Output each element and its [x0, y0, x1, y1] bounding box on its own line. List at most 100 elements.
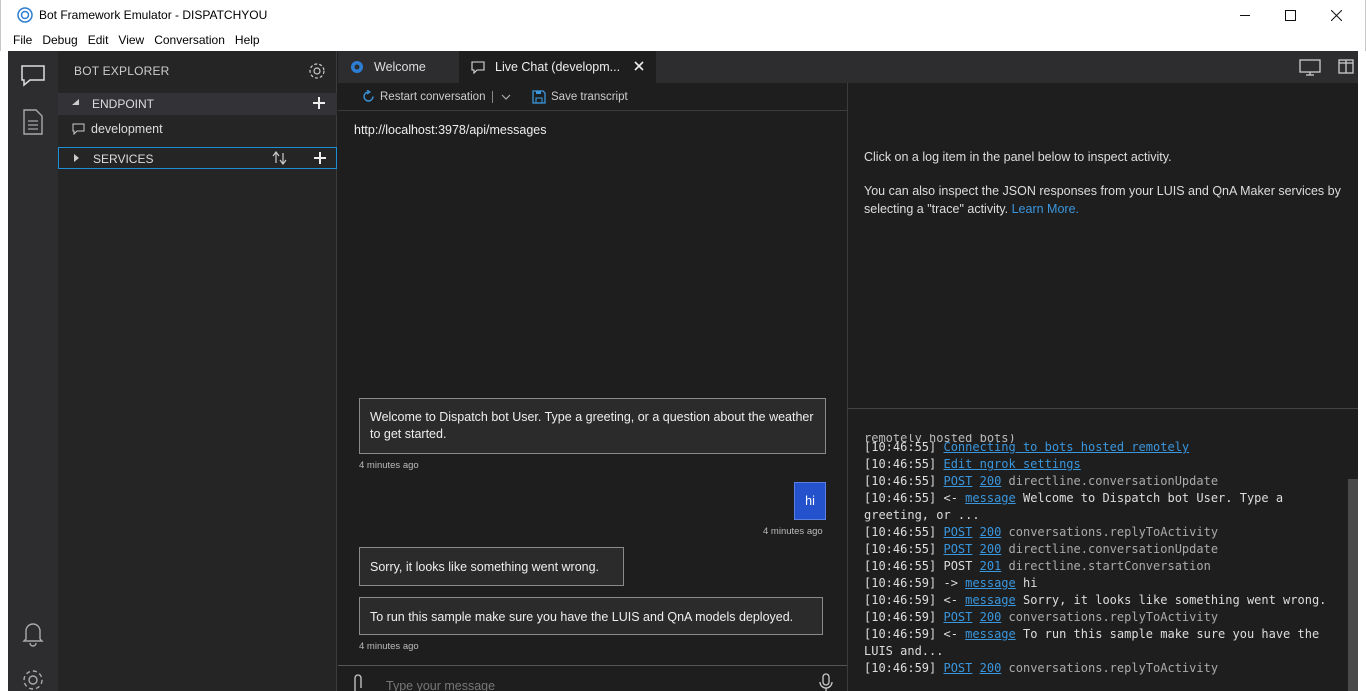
- document-tab-bar: Welcome Live Chat (developm...: [338, 51, 1358, 83]
- log-text: conversations.replyToActivity: [1001, 661, 1219, 675]
- endpoint-url: http://localhost:3978/api/messages: [354, 123, 547, 137]
- chat-bubble-icon: [21, 65, 45, 87]
- log-link[interactable]: Edit ngrok settings: [943, 457, 1080, 471]
- inspector-trace-hint: You can also inspect the JSON responses …: [864, 182, 1349, 218]
- log-link[interactable]: 200: [980, 525, 1002, 539]
- log-entry[interactable]: [10:46:59] -> message hi: [864, 575, 1339, 592]
- log-link[interactable]: POST: [943, 525, 972, 539]
- message-timestamp: 4 minutes ago: [763, 526, 823, 537]
- save-transcript-button[interactable]: Save transcript: [532, 90, 628, 104]
- endpoint-section-header[interactable]: ENDPOINT: [58, 93, 337, 115]
- tab-live-chat-label: Live Chat (developm...: [495, 60, 621, 74]
- bot-explorer-nav-button[interactable]: [18, 61, 48, 91]
- log-link[interactable]: 201: [980, 559, 1002, 573]
- maximize-button[interactable]: [1267, 0, 1313, 31]
- split-view-button[interactable]: [1334, 57, 1358, 77]
- log-timestamp: [10:46:55]: [864, 474, 944, 488]
- log-timestamp: [10:46:55]: [864, 525, 944, 539]
- log-scrollbar[interactable]: [1348, 479, 1358, 691]
- notifications-nav-button[interactable]: [18, 619, 48, 649]
- log-link[interactable]: message: [965, 627, 1016, 641]
- chat-toolbar: Restart conversation Save transcript: [338, 83, 847, 111]
- toolbar-separator: [492, 90, 494, 103]
- log-link[interactable]: 200: [980, 542, 1002, 556]
- chat-bubble-icon: [471, 61, 485, 74]
- log-link[interactable]: POST: [943, 474, 972, 488]
- log-link[interactable]: POST: [943, 542, 972, 556]
- user-message-bubble[interactable]: hi: [794, 482, 826, 520]
- bot-emulator-logo-icon: [351, 61, 363, 73]
- tab-live-chat[interactable]: Live Chat (developm...: [459, 51, 656, 83]
- restart-conversation-label: Restart conversation: [380, 90, 486, 103]
- menu-debug[interactable]: Debug: [38, 31, 81, 51]
- log-link[interactable]: Connecting to bots hosted remotely: [943, 440, 1189, 454]
- menu-file[interactable]: File: [9, 31, 36, 51]
- bot-message-bubble[interactable]: Welcome to Dispatch bot User. Type a gre…: [359, 398, 826, 454]
- log-link[interactable]: POST: [943, 610, 972, 624]
- log-entry[interactable]: [10:46:55] POST 200 conversations.replyT…: [864, 524, 1339, 541]
- log-entry[interactable]: [10:46:59] POST 200 conversations.replyT…: [864, 660, 1339, 677]
- restart-icon: [363, 90, 374, 102]
- log-link[interactable]: 200: [980, 661, 1002, 675]
- endpoint-item-development[interactable]: development: [72, 120, 163, 138]
- message-input[interactable]: [386, 678, 806, 691]
- learn-more-link[interactable]: Learn More.: [1012, 202, 1079, 216]
- log-timestamp: [10:46:55]: [864, 491, 944, 505]
- endpoint-section-label: ENDPOINT: [92, 97, 155, 111]
- services-section-label: SERVICES: [93, 152, 154, 166]
- log-entry[interactable]: [10:46:59] <- message Sorry, it looks li…: [864, 592, 1339, 609]
- sort-arrows-icon[interactable]: [272, 151, 288, 165]
- log-link[interactable]: message: [965, 491, 1016, 505]
- menu-help[interactable]: Help: [231, 31, 264, 51]
- log-timestamp: [10:46:55]: [864, 457, 944, 471]
- services-section-header[interactable]: SERVICES: [58, 147, 337, 169]
- microphone-icon[interactable]: [819, 673, 833, 691]
- log-entry[interactable]: [10:46:59] POST 200 conversations.replyT…: [864, 609, 1339, 626]
- close-icon: [1330, 10, 1342, 21]
- bot-message-bubble[interactable]: To run this sample make sure you have th…: [359, 597, 823, 635]
- add-endpoint-plus-icon[interactable]: [312, 96, 326, 110]
- log-timestamp: [10:46:55]: [864, 559, 944, 573]
- log-entry[interactable]: [10:46:55] Edit ngrok settings: [864, 456, 1339, 473]
- menu-edit[interactable]: Edit: [84, 31, 113, 51]
- caret-right-icon: [74, 154, 79, 162]
- minimize-button[interactable]: [1222, 0, 1268, 31]
- log-entry[interactable]: [10:46:55] POST 201 directline.startConv…: [864, 558, 1339, 575]
- bell-icon: [22, 623, 44, 647]
- presentation-mode-button[interactable]: [1298, 57, 1322, 77]
- close-tab-icon[interactable]: [633, 60, 645, 72]
- menu-conversation[interactable]: Conversation: [150, 31, 229, 51]
- restart-conversation-button[interactable]: Restart conversation: [362, 90, 516, 103]
- log-link[interactable]: message: [965, 576, 1016, 590]
- resources-nav-button[interactable]: [18, 107, 48, 137]
- log-entry[interactable]: [10:46:55] POST 200 directline.conversat…: [864, 473, 1339, 490]
- settings-nav-button[interactable]: [18, 665, 48, 691]
- menu-bar: File Debug Edit View Conversation Help: [0, 31, 1366, 51]
- log-entry[interactable]: [10:46:55] <- message Welcome to Dispatc…: [864, 490, 1339, 524]
- tab-bar-actions: [1286, 57, 1358, 77]
- add-service-plus-icon[interactable]: [313, 151, 327, 165]
- close-window-button[interactable]: [1313, 0, 1359, 31]
- app-body: BOT EXPLORER ENDPOINT development SERVIC…: [8, 51, 1358, 691]
- log-link[interactable]: POST: [943, 661, 972, 675]
- log-link[interactable]: 200: [980, 610, 1002, 624]
- tab-welcome[interactable]: Welcome: [338, 51, 459, 83]
- log-entry[interactable]: [10:46:59] <- message To run this sample…: [864, 626, 1339, 660]
- log-entry[interactable]: [10:46:55] POST 200 directline.conversat…: [864, 541, 1339, 558]
- paperclip-icon[interactable]: [352, 674, 364, 691]
- log-entry[interactable]: [10:46:55] Connecting to bots hosted rem…: [864, 439, 1339, 456]
- log-text: Sorry, it looks like something went wron…: [1015, 593, 1327, 607]
- log-timestamp: [10:46:59]: [864, 661, 944, 675]
- explorer-settings-gear-icon[interactable]: [308, 62, 326, 80]
- save-disk-icon: [532, 90, 546, 104]
- menu-view[interactable]: View: [114, 31, 148, 51]
- bot-message-bubble[interactable]: Sorry, it looks like something went wron…: [359, 547, 624, 586]
- chevron-down-icon[interactable]: [501, 94, 511, 100]
- inspector-trace-text: You can also inspect the JSON responses …: [864, 184, 1341, 216]
- log-timestamp: [10:46:55]: [864, 440, 944, 454]
- log-link[interactable]: 200: [980, 474, 1002, 488]
- inspector-hint: Click on a log item in the panel below t…: [864, 150, 1172, 164]
- log-text: hi: [1015, 576, 1038, 590]
- log-link[interactable]: message: [965, 593, 1016, 607]
